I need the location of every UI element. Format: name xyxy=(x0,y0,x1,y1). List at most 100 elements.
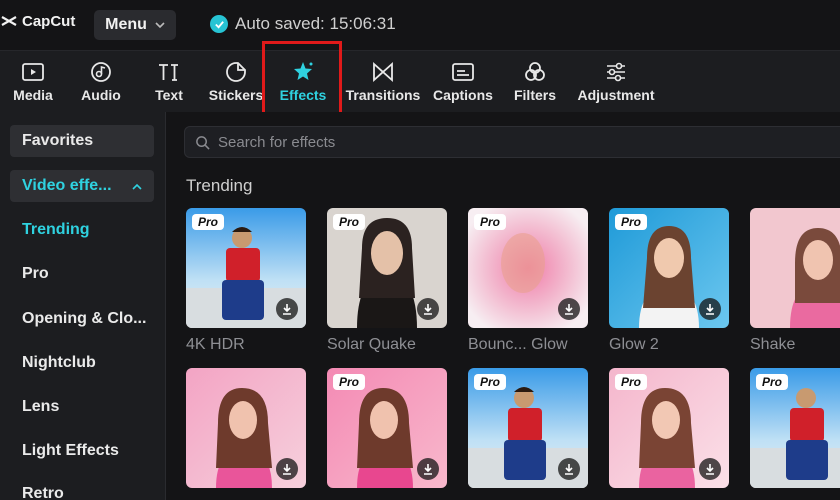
download-icon[interactable] xyxy=(699,298,721,320)
effect-card-glow-2[interactable]: Pro Glow 2 xyxy=(609,208,729,354)
effect-thumbnail: Pro xyxy=(468,208,588,328)
capcut-logo: CapCut xyxy=(0,12,75,30)
effect-thumbnail: Pro xyxy=(468,368,588,488)
sidebar-item-nightclub[interactable]: Nightclub xyxy=(10,347,154,379)
pro-badge: Pro xyxy=(474,214,507,230)
pro-badge: Pro xyxy=(615,374,648,390)
sidebar-item-trending[interactable]: Trending xyxy=(10,214,154,246)
effect-thumbnail: Pro xyxy=(327,368,447,488)
transitions-icon xyxy=(373,61,393,83)
download-icon[interactable] xyxy=(276,298,298,320)
tool-label: Transitions xyxy=(345,87,421,103)
download-icon[interactable] xyxy=(558,458,580,480)
pro-badge: Pro xyxy=(615,214,648,230)
effect-card-row2-4[interactable]: Pro xyxy=(609,368,729,488)
tool-label: Stickers xyxy=(208,87,264,103)
tool-filters[interactable]: Filters xyxy=(510,51,560,113)
audio-icon xyxy=(91,62,111,82)
effect-card-row2-2[interactable]: Pro xyxy=(327,368,447,488)
tool-label: Audio xyxy=(81,87,121,103)
effect-card-solar-quake[interactable]: Pro Solar Quake xyxy=(327,208,447,354)
search-box xyxy=(184,126,840,158)
media-icon xyxy=(22,63,44,81)
sidebar-group-video-effects[interactable]: Video effe... xyxy=(10,170,154,202)
tool-transitions[interactable]: Transitions xyxy=(344,51,422,113)
tool-label: Adjustment xyxy=(577,87,655,103)
pro-badge: Pro xyxy=(333,214,366,230)
tool-media[interactable]: Media xyxy=(8,51,58,113)
pro-badge: Pro xyxy=(474,374,507,390)
effect-thumbnail: Pro xyxy=(609,208,729,328)
effects-panel: Trending Pro 4K HDR P xyxy=(166,112,840,500)
tool-label: Media xyxy=(13,87,53,103)
autosave-status: Auto saved: 15:06:31 xyxy=(210,14,396,34)
pro-badge: Pro xyxy=(333,374,366,390)
autosave-text: Auto saved: 15:06:31 xyxy=(235,14,396,33)
menu-button[interactable]: Menu xyxy=(94,10,176,40)
effect-card-row2-5[interactable]: Pro xyxy=(750,368,840,488)
sidebar-item-label: Favorites xyxy=(22,132,94,149)
capcut-logo-icon xyxy=(1,16,17,26)
toolbar: Media Audio Text Stickers Effects Transi… xyxy=(0,50,840,112)
effect-thumbnail xyxy=(750,208,840,328)
sidebar-item-opening-closing[interactable]: Opening & Clo... xyxy=(10,303,154,335)
effect-label: 4K HDR xyxy=(186,336,245,353)
sidebar-item-label: Trending xyxy=(22,221,90,238)
sidebar-item-retro[interactable]: Retro xyxy=(10,478,154,500)
text-icon xyxy=(159,64,178,81)
sidebar-item-label: Retro xyxy=(22,485,64,500)
logo-text: CapCut xyxy=(22,12,76,30)
download-icon[interactable] xyxy=(417,298,439,320)
sidebar-item-light-effects[interactable]: Light Effects xyxy=(10,435,154,467)
pro-badge: Pro xyxy=(192,214,225,230)
tool-text[interactable]: Text xyxy=(144,51,194,113)
pro-badge: Pro xyxy=(756,374,789,390)
tool-stickers[interactable]: Stickers xyxy=(206,51,266,113)
effect-thumbnail: Pro xyxy=(186,208,306,328)
download-icon[interactable] xyxy=(276,458,298,480)
top-bar: CapCut Menu Auto saved: 15:06:31 xyxy=(0,0,840,50)
sidebar-item-label: Nightclub xyxy=(22,354,96,371)
tool-effects[interactable]: Effects xyxy=(272,51,334,113)
captions-icon xyxy=(452,63,474,81)
sidebar-item-pro[interactable]: Pro xyxy=(10,258,154,290)
check-circle-icon xyxy=(210,15,228,33)
tool-label: Captions xyxy=(433,87,493,103)
tool-label: Filters xyxy=(513,87,556,103)
sidebar: Favorites Video effe... Trending Pro Ope… xyxy=(0,112,166,500)
effect-card-4k-hdr[interactable]: Pro 4K HDR xyxy=(186,208,306,354)
effect-label: Glow 2 xyxy=(609,336,659,353)
effect-label: Shake xyxy=(750,336,796,353)
sidebar-item-label: Pro xyxy=(22,265,49,282)
sidebar-item-label: Opening & Clo... xyxy=(22,310,147,327)
chevron-up-icon xyxy=(132,183,142,190)
effect-card-bounce-glow[interactable]: Pro Bounc... Glow xyxy=(468,208,588,354)
effect-thumbnail: Pro xyxy=(609,368,729,488)
sidebar-item-lens[interactable]: Lens xyxy=(10,391,154,423)
effect-card-row2-3[interactable]: Pro xyxy=(468,368,588,488)
menu-label: Menu xyxy=(105,16,147,33)
search-icon xyxy=(196,135,210,150)
tool-captions[interactable]: Captions xyxy=(432,51,494,113)
effect-card-row2-1[interactable] xyxy=(186,368,306,488)
stickers-icon xyxy=(226,62,246,82)
adjustment-icon xyxy=(607,62,625,82)
download-icon[interactable] xyxy=(417,458,439,480)
tool-adjustment[interactable]: Adjustment xyxy=(574,51,658,113)
section-title: Trending xyxy=(186,176,253,195)
sidebar-item-favorites[interactable]: Favorites xyxy=(10,125,154,157)
sidebar-item-label: Lens xyxy=(22,398,60,415)
download-icon[interactable] xyxy=(699,458,721,480)
tool-audio[interactable]: Audio xyxy=(76,51,126,113)
effect-card-shake[interactable]: Shake xyxy=(750,208,840,354)
tool-label: Effects xyxy=(279,87,327,103)
search-input[interactable] xyxy=(218,133,718,151)
sidebar-item-label: Light Effects xyxy=(22,442,119,459)
effect-thumbnail xyxy=(186,368,306,488)
filters-icon xyxy=(525,62,545,81)
effects-icon xyxy=(294,62,313,80)
effect-label: Bounc... Glow xyxy=(468,336,568,353)
chevron-down-icon xyxy=(155,22,165,29)
thumbnail-image xyxy=(750,208,840,328)
download-icon[interactable] xyxy=(558,298,580,320)
